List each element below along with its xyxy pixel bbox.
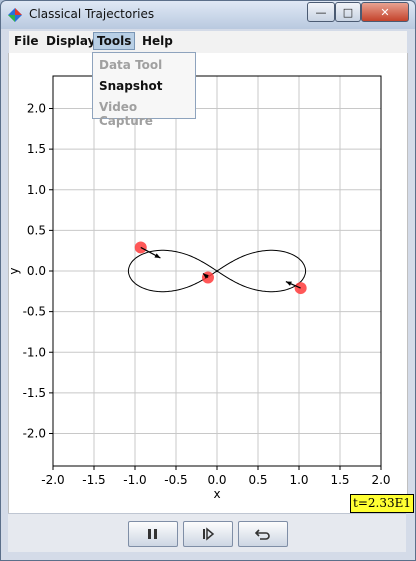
y-tick-label: -2.0 <box>23 427 46 441</box>
pause-button[interactable] <box>128 521 178 547</box>
x-tick-label: 1.5 <box>330 473 349 487</box>
y-tick-label: -0.5 <box>23 305 46 319</box>
x-tick-label: 1.0 <box>289 473 308 487</box>
app-icon <box>8 8 22 22</box>
menu-item-snapshot[interactable]: Snapshot <box>99 79 163 93</box>
menu-item-video-capture[interactable]: Video Capture <box>99 100 195 128</box>
x-tick-label: -1.5 <box>82 473 105 487</box>
x-tick-label: -1.0 <box>123 473 146 487</box>
time-readout: t=2.33E1 <box>350 494 414 513</box>
step-icon <box>203 527 215 541</box>
tools-dropdown: Data Tool Snapshot Video Capture <box>92 52 196 128</box>
y-tick-label: 0.0 <box>27 264 46 278</box>
y-tick-label: 0.5 <box>27 223 46 237</box>
maximize-button[interactable]: □ <box>335 2 361 22</box>
menu-help[interactable]: Help <box>139 34 176 48</box>
menu-item-data-tool[interactable]: Data Tool <box>99 58 162 72</box>
menu-tools[interactable]: Tools <box>93 32 136 50</box>
control-toolbar <box>8 513 406 552</box>
menu-display[interactable]: Display <box>43 34 98 48</box>
step-button[interactable] <box>183 521 233 547</box>
reset-button[interactable] <box>238 521 288 547</box>
x-tick-label: 0.0 <box>207 473 226 487</box>
y-tick-label: 1.0 <box>27 183 46 197</box>
y-axis-label: y <box>8 267 21 274</box>
y-tick-label: -1.0 <box>23 345 46 359</box>
x-tick-label: -2.0 <box>41 473 64 487</box>
y-tick-label: -1.5 <box>23 386 46 400</box>
menu-bar: File Display Tools Help <box>9 31 407 54</box>
y-tick-label: 1.5 <box>27 142 46 156</box>
x-axis-label: x <box>213 487 220 501</box>
menu-file[interactable]: File <box>11 34 42 48</box>
y-tick-label: 2.0 <box>27 102 46 116</box>
reset-icon <box>255 529 270 540</box>
trajectory-plot[interactable]: -2.0 -1.5 -1.0 -0.5 0.0 0.5 1.0 1.5 2.0 2.0 1.5 1.0… <box>8 53 406 513</box>
x-tick-label: -0.5 <box>164 473 187 487</box>
window-title: Classical Trajectories <box>29 7 155 21</box>
x-tick-label: 2.0 <box>371 473 390 487</box>
pause-icon <box>148 529 157 539</box>
minimize-button[interactable]: — <box>307 2 335 22</box>
title-bar[interactable]: Classical Trajectories — □ ✕ <box>1 1 415 29</box>
x-tick-label: 0.5 <box>248 473 267 487</box>
close-button[interactable]: ✕ <box>361 2 409 22</box>
